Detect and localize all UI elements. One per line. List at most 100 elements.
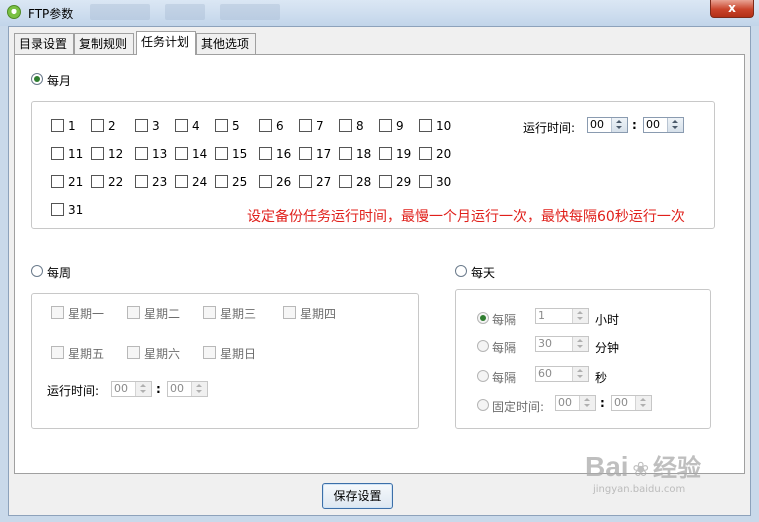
day-checkbox-6[interactable]: [259, 119, 272, 132]
baidu-watermark: Bai ❀ 经验 jingyan.baidu.com: [585, 448, 701, 495]
day-label-27: 27: [316, 175, 332, 189]
weekday-checkbox-tue[interactable]: [127, 306, 140, 319]
spinner-arrows-icon[interactable]: [667, 118, 683, 132]
weekday-checkbox-thu[interactable]: [283, 306, 296, 319]
day-label-22: 22: [108, 175, 124, 189]
weekly-group: 星期一 星期二 星期三 星期四 星期五 星期六 星期日 运行时间: 00 : 0…: [31, 293, 419, 429]
spinner-arrows-icon[interactable]: [572, 337, 588, 351]
day-checkbox-20[interactable]: [419, 147, 432, 160]
every-hours-radio[interactable]: [477, 312, 489, 324]
day-checkbox-15[interactable]: [215, 147, 228, 160]
day-checkbox-30[interactable]: [419, 175, 432, 188]
spinner-arrows-icon[interactable]: [635, 396, 651, 410]
weekday-label-tue: 星期二: [144, 307, 181, 321]
day-label-1: 1: [68, 119, 76, 133]
seconds-unit-label: 秒: [595, 371, 608, 385]
spinner-arrows-icon[interactable]: [611, 118, 627, 132]
fixed-minute-value: 00: [614, 396, 628, 409]
day-checkbox-27[interactable]: [299, 175, 312, 188]
day-checkbox-17[interactable]: [299, 147, 312, 160]
day-label-28: 28: [356, 175, 372, 189]
day-label-3: 3: [152, 119, 160, 133]
close-button[interactable]: x: [710, 0, 754, 18]
weekly-radio[interactable]: [31, 265, 43, 277]
spinner-arrows-icon[interactable]: [579, 396, 595, 410]
day-checkbox-16[interactable]: [259, 147, 272, 160]
day-checkbox-29[interactable]: [379, 175, 392, 188]
minutes-spinner[interactable]: 30: [535, 336, 589, 352]
weekly-hour-spinner[interactable]: 00: [111, 381, 152, 397]
day-checkbox-23[interactable]: [135, 175, 148, 188]
tab-task-schedule[interactable]: 任务计划: [136, 31, 196, 55]
monthly-hour-spinner[interactable]: 00: [587, 117, 628, 133]
title-bar: FTP参数 x: [0, 0, 759, 26]
weekday-checkbox-fri[interactable]: [51, 346, 64, 359]
time-separator: :: [632, 118, 637, 132]
weekly-hour-value: 00: [114, 382, 128, 395]
day-checkbox-8[interactable]: [339, 119, 352, 132]
day-checkbox-10[interactable]: [419, 119, 432, 132]
day-checkbox-1[interactable]: [51, 119, 64, 132]
day-checkbox-5[interactable]: [215, 119, 228, 132]
day-label-23: 23: [152, 175, 168, 189]
fixed-hour-spinner[interactable]: 00: [555, 395, 596, 411]
day-checkbox-2[interactable]: [91, 119, 104, 132]
weekday-checkbox-mon[interactable]: [51, 306, 64, 319]
seconds-spinner[interactable]: 60: [535, 366, 589, 382]
time-separator: :: [600, 396, 605, 410]
day-label-8: 8: [356, 119, 364, 133]
day-checkbox-28[interactable]: [339, 175, 352, 188]
tab-other-options[interactable]: 其他选项: [196, 33, 256, 54]
spinner-arrows-icon[interactable]: [135, 382, 151, 396]
every-seconds-radio[interactable]: [477, 370, 489, 382]
daily-radio[interactable]: [455, 265, 467, 277]
day-checkbox-3[interactable]: [135, 119, 148, 132]
spinner-arrows-icon[interactable]: [572, 309, 588, 323]
weekday-checkbox-wed[interactable]: [203, 306, 216, 319]
weekday-checkbox-sun[interactable]: [203, 346, 216, 359]
day-label-21: 21: [68, 175, 84, 189]
background-blur: [220, 4, 280, 20]
tab-directory-settings[interactable]: 目录设置: [14, 33, 74, 54]
hours-spinner[interactable]: 1: [535, 308, 589, 324]
day-checkbox-24[interactable]: [175, 175, 188, 188]
weekly-minute-value: 00: [170, 382, 184, 395]
monthly-minute-spinner[interactable]: 00: [643, 117, 684, 133]
day-label-17: 17: [316, 147, 332, 161]
weekday-checkbox-sat[interactable]: [127, 346, 140, 359]
day-checkbox-19[interactable]: [379, 147, 392, 160]
day-checkbox-21[interactable]: [51, 175, 64, 188]
day-checkbox-12[interactable]: [91, 147, 104, 160]
day-checkbox-22[interactable]: [91, 175, 104, 188]
day-checkbox-9[interactable]: [379, 119, 392, 132]
monthly-minute-value: 00: [646, 118, 660, 131]
day-checkbox-4[interactable]: [175, 119, 188, 132]
day-checkbox-18[interactable]: [339, 147, 352, 160]
monthly-radio[interactable]: [31, 73, 43, 85]
day-checkbox-7[interactable]: [299, 119, 312, 132]
day-label-2: 2: [108, 119, 116, 133]
fixed-minute-spinner[interactable]: 00: [611, 395, 652, 411]
minutes-value: 30: [538, 337, 552, 350]
time-separator: :: [156, 382, 161, 396]
fixed-time-radio[interactable]: [477, 399, 489, 411]
day-checkbox-25[interactable]: [215, 175, 228, 188]
spinner-arrows-icon[interactable]: [572, 367, 588, 381]
day-checkbox-14[interactable]: [175, 147, 188, 160]
day-checkbox-26[interactable]: [259, 175, 272, 188]
daily-group: 每隔 1 小时 每隔 30 分钟 每隔 60 秒 固定时间: 00 : 00: [455, 289, 711, 429]
weekday-label-thu: 星期四: [300, 307, 337, 321]
seconds-value: 60: [538, 367, 552, 380]
every-minutes-radio[interactable]: [477, 340, 489, 352]
day-label-25: 25: [232, 175, 248, 189]
tab-copy-rules[interactable]: 复制规则: [74, 33, 134, 54]
spinner-arrows-icon[interactable]: [191, 382, 207, 396]
day-label-6: 6: [276, 119, 284, 133]
day-label-11: 11: [68, 147, 84, 161]
day-checkbox-11[interactable]: [51, 147, 64, 160]
day-checkbox-13[interactable]: [135, 147, 148, 160]
weekly-minute-spinner[interactable]: 00: [167, 381, 208, 397]
watermark-url: jingyan.baidu.com: [593, 484, 686, 495]
day-checkbox-31[interactable]: [51, 203, 64, 216]
save-settings-button[interactable]: 保存设置: [322, 483, 393, 509]
